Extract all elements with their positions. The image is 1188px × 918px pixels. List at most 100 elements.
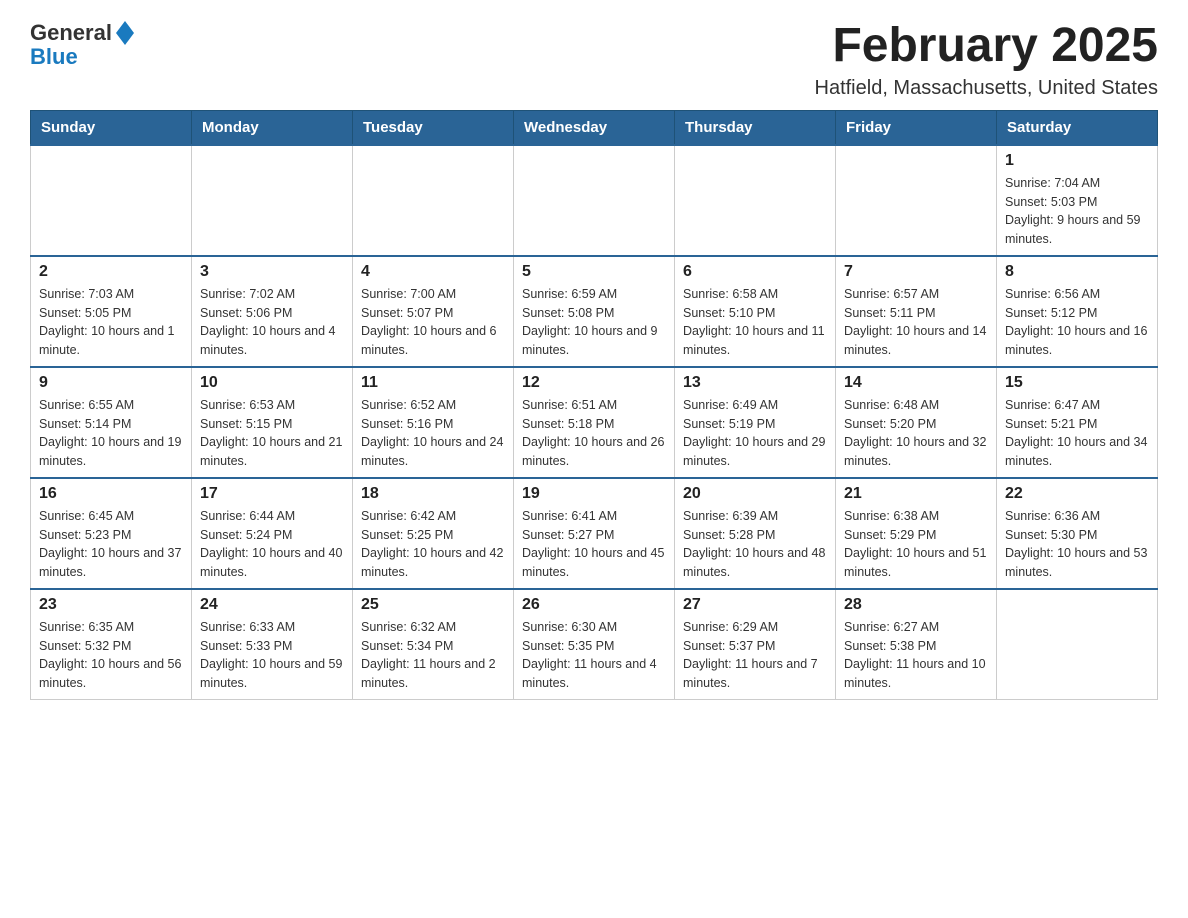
day-number: 27 — [683, 596, 827, 614]
calendar-week-row: 2 Sunrise: 7:03 AMSunset: 5:05 PMDaylight… — [31, 256, 1158, 367]
calendar-day-cell: 16 Sunrise: 6:45 AMSunset: 5:23 PMDayligh… — [31, 478, 192, 589]
calendar-day-cell — [192, 145, 353, 256]
day-info: Sunrise: 6:35 AMSunset: 5:32 PMDaylight:… — [39, 618, 183, 693]
calendar-day-header: Tuesday — [353, 110, 514, 145]
day-number: 25 — [361, 596, 505, 614]
calendar-week-row: 1 Sunrise: 7:04 AMSunset: 5:03 PMDaylight… — [31, 145, 1158, 256]
calendar-day-cell: 19 Sunrise: 6:41 AMSunset: 5:27 PMDayligh… — [514, 478, 675, 589]
calendar-day-cell — [353, 145, 514, 256]
day-number: 9 — [39, 374, 183, 392]
day-info: Sunrise: 6:42 AMSunset: 5:25 PMDaylight:… — [361, 507, 505, 582]
day-number: 2 — [39, 263, 183, 281]
calendar-day-header: Wednesday — [514, 110, 675, 145]
day-number: 26 — [522, 596, 666, 614]
day-number: 13 — [683, 374, 827, 392]
calendar-day-cell: 2 Sunrise: 7:03 AMSunset: 5:05 PMDaylight… — [31, 256, 192, 367]
calendar-day-cell: 17 Sunrise: 6:44 AMSunset: 5:24 PMDayligh… — [192, 478, 353, 589]
day-number: 4 — [361, 263, 505, 281]
calendar-day-cell: 23 Sunrise: 6:35 AMSunset: 5:32 PMDayligh… — [31, 589, 192, 700]
calendar-day-header: Saturday — [997, 110, 1158, 145]
day-info: Sunrise: 6:29 AMSunset: 5:37 PMDaylight:… — [683, 618, 827, 693]
day-info: Sunrise: 6:38 AMSunset: 5:29 PMDaylight:… — [844, 507, 988, 582]
calendar-day-cell: 13 Sunrise: 6:49 AMSunset: 5:19 PMDayligh… — [675, 367, 836, 478]
day-info: Sunrise: 6:45 AMSunset: 5:23 PMDaylight:… — [39, 507, 183, 582]
day-number: 1 — [1005, 152, 1149, 170]
calendar-day-cell: 15 Sunrise: 6:47 AMSunset: 5:21 PMDayligh… — [997, 367, 1158, 478]
day-number: 19 — [522, 485, 666, 503]
day-info: Sunrise: 7:04 AMSunset: 5:03 PMDaylight:… — [1005, 174, 1149, 249]
title-section: February 2025 Hatfield, Massachusetts, U… — [815, 20, 1159, 100]
day-number: 5 — [522, 263, 666, 281]
calendar-day-cell: 11 Sunrise: 6:52 AMSunset: 5:16 PMDayligh… — [353, 367, 514, 478]
day-number: 12 — [522, 374, 666, 392]
day-info: Sunrise: 7:03 AMSunset: 5:05 PMDaylight:… — [39, 285, 183, 360]
calendar-day-cell: 25 Sunrise: 6:32 AMSunset: 5:34 PMDayligh… — [353, 589, 514, 700]
calendar-day-cell: 12 Sunrise: 6:51 AMSunset: 5:18 PMDayligh… — [514, 367, 675, 478]
day-info: Sunrise: 6:57 AMSunset: 5:11 PMDaylight:… — [844, 285, 988, 360]
day-number: 24 — [200, 596, 344, 614]
calendar-day-cell: 7 Sunrise: 6:57 AMSunset: 5:11 PMDaylight… — [836, 256, 997, 367]
day-info: Sunrise: 6:47 AMSunset: 5:21 PMDaylight:… — [1005, 396, 1149, 471]
calendar-day-header: Sunday — [31, 110, 192, 145]
logo: General Blue — [30, 20, 134, 70]
calendar-day-header: Monday — [192, 110, 353, 145]
calendar-day-cell: 5 Sunrise: 6:59 AMSunset: 5:08 PMDaylight… — [514, 256, 675, 367]
calendar-day-cell: 27 Sunrise: 6:29 AMSunset: 5:37 PMDayligh… — [675, 589, 836, 700]
calendar-day-cell — [997, 589, 1158, 700]
calendar-table: SundayMondayTuesdayWednesdayThursdayFrid… — [30, 110, 1158, 700]
day-info: Sunrise: 6:33 AMSunset: 5:33 PMDaylight:… — [200, 618, 344, 693]
day-number: 23 — [39, 596, 183, 614]
logo-blue: Blue — [30, 44, 78, 69]
day-info: Sunrise: 6:44 AMSunset: 5:24 PMDaylight:… — [200, 507, 344, 582]
calendar-day-header: Friday — [836, 110, 997, 145]
day-info: Sunrise: 6:52 AMSunset: 5:16 PMDaylight:… — [361, 396, 505, 471]
day-number: 15 — [1005, 374, 1149, 392]
calendar-day-cell — [514, 145, 675, 256]
day-number: 7 — [844, 263, 988, 281]
day-number: 21 — [844, 485, 988, 503]
calendar-day-cell: 6Sunrise: 6:58 AMSunset: 5:10 PMDaylight… — [675, 256, 836, 367]
calendar-day-cell: 28 Sunrise: 6:27 AMSunset: 5:38 PMDayligh… — [836, 589, 997, 700]
calendar-day-cell: 3Sunrise: 7:02 AMSunset: 5:06 PMDaylight… — [192, 256, 353, 367]
day-info: Sunrise: 6:36 AMSunset: 5:30 PMDaylight:… — [1005, 507, 1149, 582]
day-info: Sunrise: 6:32 AMSunset: 5:34 PMDaylight:… — [361, 618, 505, 693]
calendar-day-cell: 18 Sunrise: 6:42 AMSunset: 5:25 PMDayligh… — [353, 478, 514, 589]
day-info: Sunrise: 6:39 AMSunset: 5:28 PMDaylight:… — [683, 507, 827, 582]
day-number: 17 — [200, 485, 344, 503]
day-info: Sunrise: 6:58 AMSunset: 5:10 PMDaylight:… — [683, 285, 827, 360]
logo-triangle-up — [116, 21, 134, 33]
calendar-day-cell — [675, 145, 836, 256]
day-info: Sunrise: 7:00 AMSunset: 5:07 PMDaylight:… — [361, 285, 505, 360]
calendar-header-row: SundayMondayTuesdayWednesdayThursdayFrid… — [31, 110, 1158, 145]
day-number: 11 — [361, 374, 505, 392]
day-number: 20 — [683, 485, 827, 503]
logo-triangle-down — [116, 33, 134, 45]
day-number: 8 — [1005, 263, 1149, 281]
day-number: 22 — [1005, 485, 1149, 503]
location: Hatfield, Massachusetts, United States — [815, 77, 1159, 100]
day-info: Sunrise: 6:27 AMSunset: 5:38 PMDaylight:… — [844, 618, 988, 693]
day-info: Sunrise: 6:59 AMSunset: 5:08 PMDaylight:… — [522, 285, 666, 360]
day-info: Sunrise: 6:49 AMSunset: 5:19 PMDaylight:… — [683, 396, 827, 471]
calendar-day-cell: 4 Sunrise: 7:00 AMSunset: 5:07 PMDaylight… — [353, 256, 514, 367]
day-info: Sunrise: 6:41 AMSunset: 5:27 PMDaylight:… — [522, 507, 666, 582]
day-number: 18 — [361, 485, 505, 503]
month-title: February 2025 — [815, 20, 1159, 73]
day-info: Sunrise: 6:48 AMSunset: 5:20 PMDaylight:… — [844, 396, 988, 471]
calendar-week-row: 16 Sunrise: 6:45 AMSunset: 5:23 PMDayligh… — [31, 478, 1158, 589]
calendar-day-cell: 21 Sunrise: 6:38 AMSunset: 5:29 PMDayligh… — [836, 478, 997, 589]
calendar-day-header: Thursday — [675, 110, 836, 145]
calendar-day-cell: 10Sunrise: 6:53 AMSunset: 5:15 PMDayligh… — [192, 367, 353, 478]
day-number: 10 — [200, 374, 344, 392]
day-info: Sunrise: 6:30 AMSunset: 5:35 PMDaylight:… — [522, 618, 666, 693]
calendar-day-cell — [836, 145, 997, 256]
calendar-day-cell: 26 Sunrise: 6:30 AMSunset: 5:35 PMDayligh… — [514, 589, 675, 700]
day-info: Sunrise: 7:02 AMSunset: 5:06 PMDaylight:… — [200, 285, 344, 360]
day-info: Sunrise: 6:51 AMSunset: 5:18 PMDaylight:… — [522, 396, 666, 471]
day-number: 16 — [39, 485, 183, 503]
day-info: Sunrise: 6:55 AMSunset: 5:14 PMDaylight:… — [39, 396, 183, 471]
calendar-day-cell: 14Sunrise: 6:48 AMSunset: 5:20 PMDayligh… — [836, 367, 997, 478]
calendar-day-cell: 24 Sunrise: 6:33 AMSunset: 5:33 PMDayligh… — [192, 589, 353, 700]
day-number: 28 — [844, 596, 988, 614]
day-info: Sunrise: 6:56 AMSunset: 5:12 PMDaylight:… — [1005, 285, 1149, 360]
